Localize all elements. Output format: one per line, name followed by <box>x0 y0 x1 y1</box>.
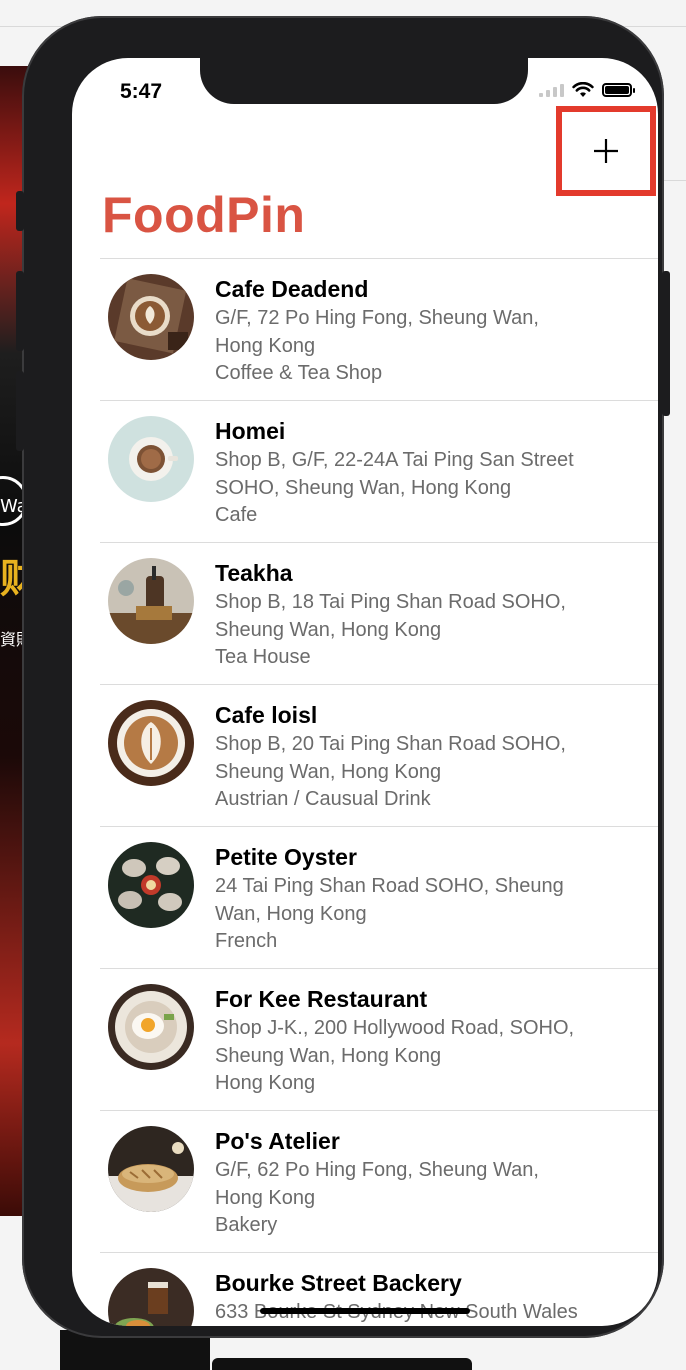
teapot-photo-icon <box>108 558 194 644</box>
cellular-signal-icon <box>539 83 564 97</box>
restaurant-row[interactable]: Teakha Shop B, 18 Tai Ping Shan Road SOH… <box>100 542 658 684</box>
oysters-photo-icon <box>108 842 194 928</box>
restaurant-row[interactable]: Cafe Deadend G/F, 72 Po Hing Fong, Sheun… <box>100 258 658 400</box>
notch <box>200 58 528 104</box>
restaurant-address: Sheung Wan, Hong Kong <box>215 619 442 641</box>
bread-photo-icon <box>108 1126 194 1212</box>
restaurant-type: Cafe <box>215 504 258 526</box>
restaurant-address: Shop B, 18 Tai Ping Shan Road SOHO, <box>215 591 566 613</box>
mute-switch <box>16 191 24 231</box>
restaurant-address: Wan, Hong Kong <box>215 903 367 925</box>
restaurant-address: Sheung Wan, Hong Kong <box>215 1045 442 1067</box>
status-icons <box>539 82 635 98</box>
coffee-cup-photo-icon <box>108 416 194 502</box>
cappuccino-photo-icon <box>108 700 194 786</box>
restaurant-address: G/F, 62 Po Hing Fong, Sheung Wan, <box>215 1159 539 1181</box>
restaurant-name: Cafe Deadend <box>215 276 369 302</box>
restaurant-type: Austrian / Causual Drink <box>215 788 431 810</box>
restaurant-name: Petite Oyster <box>215 844 357 870</box>
restaurant-name: For Kee Restaurant <box>215 986 428 1012</box>
iphone-frame: 5:47 FoodPin Cafe Deadend G/F, 72 Po Hin… <box>16 16 670 1338</box>
wifi-icon <box>572 82 594 97</box>
restaurant-address: Sheung Wan, Hong Kong <box>215 761 442 783</box>
battery-icon <box>602 83 635 97</box>
restaurant-address: Shop B, 20 Tai Ping Shan Road SOHO, <box>215 733 566 755</box>
restaurant-address: G/F, 72 Po Hing Fong, Sheung Wan, <box>215 307 539 329</box>
restaurant-row[interactable]: Homei Shop B, G/F, 22-24A Tai Ping San S… <box>100 400 658 542</box>
restaurant-row[interactable]: Po's Atelier G/F, 62 Po Hing Fong, Sheun… <box>100 1110 658 1252</box>
home-indicator[interactable] <box>260 1308 470 1314</box>
phone-screen: 5:47 FoodPin Cafe Deadend G/F, 72 Po Hin… <box>72 58 658 1326</box>
restaurant-type: French <box>215 930 278 952</box>
restaurant-address: SOHO, Sheung Wan, Hong Kong <box>215 477 512 499</box>
restaurant-list: Cafe Deadend G/F, 72 Po Hing Fong, Sheun… <box>100 258 658 1326</box>
restaurant-address: Shop B, G/F, 22-24A Tai Ping San Street <box>215 449 574 471</box>
restaurant-type: Coffee & Tea Shop <box>215 362 383 384</box>
restaurant-name: Po's Atelier <box>215 1128 340 1154</box>
restaurant-address: Hong Kong <box>215 1187 316 1209</box>
restaurant-row[interactable]: Bourke Street Backery 633 Bourke St Sydn… <box>100 1252 658 1326</box>
volume-up-button <box>16 271 24 351</box>
restaurant-address: Shop J-K., 200 Hollywood Road, SOHO, <box>215 1017 575 1039</box>
restaurant-row[interactable]: For Kee Restaurant Shop J-K., 200 Hollyw… <box>100 968 658 1110</box>
restaurant-address: 24 Tai Ping Shan Road SOHO, Sheung <box>215 875 564 897</box>
restaurant-row[interactable]: Petite Oyster 24 Tai Ping Shan Road SOHO… <box>100 826 658 968</box>
restaurant-type: Tea House <box>215 646 311 668</box>
restaurant-address: Hong Kong <box>215 335 316 357</box>
restaurant-type: Bakery <box>215 1214 278 1236</box>
restaurant-name: Cafe loisl <box>215 702 318 728</box>
background-dock-edge <box>212 1358 472 1370</box>
restaurant-row[interactable]: Cafe loisl Shop B, 20 Tai Ping Shan Road… <box>100 684 658 826</box>
latte-art-photo-icon <box>108 274 194 360</box>
page-title: FoodPin <box>102 187 306 243</box>
volume-down-button <box>16 371 24 451</box>
add-restaurant-button[interactable] <box>556 106 656 196</box>
plus-icon <box>594 139 618 163</box>
restaurant-name: Homei <box>215 418 286 444</box>
side-button <box>662 271 670 416</box>
restaurant-type: Hong Kong <box>215 1072 316 1094</box>
drink-photo-icon <box>108 1268 194 1326</box>
status-time: 5:47 <box>120 80 163 103</box>
egg-dish-photo-icon <box>108 984 194 1070</box>
restaurant-name: Bourke Street Backery <box>215 1270 462 1296</box>
restaurant-name: Teakha <box>215 560 293 586</box>
